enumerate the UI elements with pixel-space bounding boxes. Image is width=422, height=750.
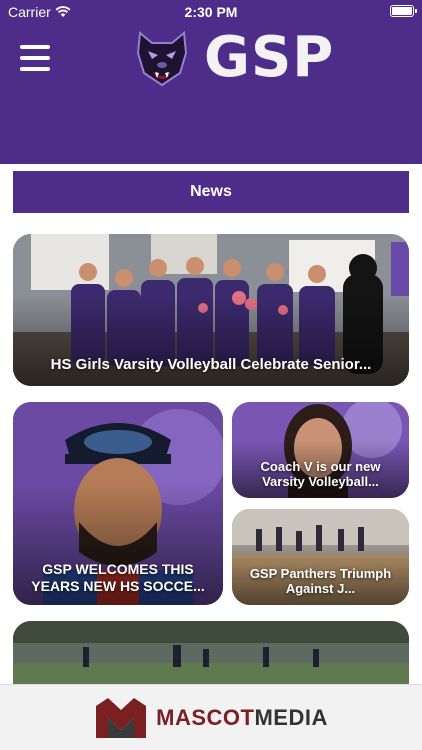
article-card-volleyball-seniors[interactable]: HS Girls Varsity Volleyball Celebrate Se… — [13, 234, 409, 386]
article-title: Coach V is our new Varsity Volleyball... — [260, 458, 381, 490]
article-title: GSP WELCOMES THIS YEARS NEW HS SOCCE... — [31, 561, 205, 595]
article-card-soccer-coach[interactable]: GSP WELCOMES THIS YEARS NEW HS SOCCE... — [13, 402, 223, 605]
sponsor-footer[interactable]: MASCOTMEDIA — [0, 684, 422, 750]
hamburger-menu-icon-line — [20, 45, 50, 49]
footer-brand: MASCOTMEDIA — [156, 705, 328, 731]
school-logo: GSP — [134, 28, 334, 88]
brand-media: MEDIA — [254, 704, 328, 730]
news-section-header: News — [13, 171, 409, 213]
logo-text: GSP — [204, 25, 335, 90]
status-time: 2:30 PM — [184, 4, 238, 20]
article-title: HS Girls Varsity Volleyball Celebrate Se… — [50, 356, 372, 373]
status-bar: Carrier 2:30 PM — [0, 0, 422, 22]
article-card-coach-v[interactable]: Coach V is our new Varsity Volleyball... — [232, 402, 409, 498]
article-card-panthers-triumph[interactable]: GSP Panthers Triumph Against J... — [232, 509, 409, 605]
news-label: News — [190, 183, 232, 200]
menu-button[interactable] — [20, 45, 50, 71]
hamburger-menu-icon-line — [20, 67, 50, 71]
app-header: Carrier 2:30 PM GSP — [0, 0, 422, 164]
mascot-media-m-icon — [96, 697, 147, 738]
article-title: GSP Panthers Triumph Against J... — [249, 565, 392, 597]
panther-head-icon — [136, 31, 188, 87]
brand-mascot: MASCOT — [156, 704, 255, 730]
hamburger-menu-icon-line — [20, 56, 50, 60]
battery-icon — [390, 5, 417, 17]
app-screen: Carrier 2:30 PM GSP News HS Girls Varsit… — [0, 0, 422, 750]
